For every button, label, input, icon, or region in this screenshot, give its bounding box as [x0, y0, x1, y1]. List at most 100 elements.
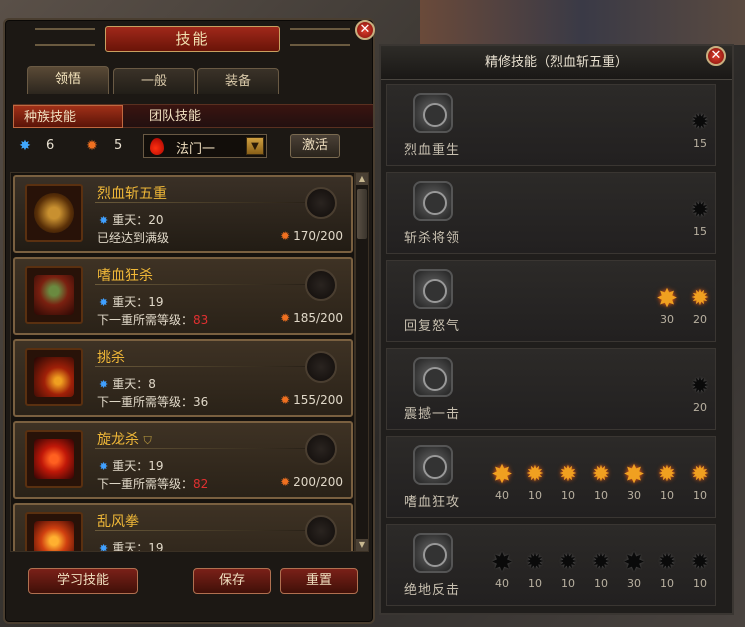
- refine-node[interactable]: ✹ 20: [687, 375, 713, 415]
- flame-icon: ✹: [280, 393, 291, 407]
- subtab-team-skills[interactable]: 团队技能: [139, 105, 239, 128]
- refine-row: 斩杀将领 ✹ 15: [386, 172, 716, 254]
- refine-node[interactable]: ✹ 15: [687, 199, 713, 239]
- activate-button[interactable]: 激活: [290, 134, 340, 158]
- refine-title: 精修技能（烈血斩五重）: [381, 46, 732, 80]
- tab-comprehend[interactable]: 领悟: [27, 66, 109, 94]
- skill-row[interactable]: 烈血斩五重 ✸ 重天：20 已经达到满级 ✹ 170/200: [13, 175, 353, 253]
- skill-level-text: 重天：19: [112, 459, 164, 473]
- skill-row[interactable]: 挑杀 ✸ 重天：8 下一重所需等级：36 ✹ 155/200: [13, 339, 353, 417]
- refine-node[interactable]: ✸ 30: [621, 548, 647, 590]
- skill-points: ✹ 155/200: [280, 393, 343, 407]
- skill-row[interactable]: 乱风拳 ✸ 重天：19: [13, 503, 353, 552]
- refine-skill-icon[interactable]: [413, 533, 453, 573]
- node-star-icon: ✸: [491, 548, 513, 578]
- skill-level: ✸ 重天：20: [99, 211, 164, 228]
- class-select[interactable]: 法门一 ▼: [143, 134, 267, 158]
- star-icon: ✸: [99, 542, 109, 552]
- refine-node[interactable]: ✹ 10: [588, 551, 614, 591]
- node-cost: 10: [594, 489, 608, 502]
- skill-knob[interactable]: [305, 351, 337, 383]
- star-point-value: 6: [46, 138, 55, 153]
- refine-skill-name: 绝地反击: [404, 583, 461, 598]
- blood-drop-icon: [150, 138, 164, 155]
- refine-row: 震撼一击 ✹ 20: [386, 348, 716, 430]
- panel-title: 技能: [105, 26, 280, 52]
- node-star-icon: ✸: [623, 548, 645, 578]
- flame-icon: ✹: [280, 311, 291, 325]
- skill-knob[interactable]: [305, 515, 337, 547]
- node-cost: 10: [594, 577, 608, 590]
- node-star-icon: ✹: [525, 462, 545, 487]
- skill-row[interactable]: 嗜血狂杀 ✸ 重天：19 下一重所需等级：83 ✹ 185/200: [13, 257, 353, 335]
- scroll-down-icon[interactable]: ▼: [356, 539, 368, 551]
- skill-level-text: 重天：19: [112, 295, 164, 309]
- refine-node[interactable]: ✹ 10: [687, 551, 713, 591]
- skill-requirement: 下一重所需等级：82: [97, 475, 208, 492]
- node-cost: 40: [495, 577, 509, 590]
- refine-skill-icon[interactable]: [413, 181, 453, 221]
- refine-node[interactable]: ✸ 30: [621, 462, 647, 502]
- chevron-down-icon[interactable]: ▼: [246, 137, 264, 155]
- scrollbar[interactable]: ▲ ▼: [355, 172, 369, 552]
- refine-node[interactable]: ✹ 10: [522, 550, 548, 591]
- skill-level: ✸ 重天：19: [99, 539, 164, 552]
- refine-row: 烈血重生 ✹ 15: [386, 84, 716, 166]
- req-text: 下一重所需等级：36: [97, 395, 209, 409]
- refine-node[interactable]: ✹ 10: [522, 462, 548, 503]
- skill-knob[interactable]: [305, 269, 337, 301]
- save-button[interactable]: 保存: [193, 568, 271, 594]
- skill-knob[interactable]: [305, 433, 337, 465]
- star-icon: ✸: [99, 296, 109, 309]
- refine-node[interactable]: ✹ 10: [555, 551, 581, 591]
- node-star-icon: ✹: [591, 462, 611, 487]
- refine-skill-name: 回复怒气: [404, 319, 461, 334]
- refine-skill-name: 斩杀将领: [404, 231, 461, 246]
- skill-level: ✸ 重天：8: [99, 375, 156, 392]
- tab-equip[interactable]: 装备: [197, 68, 279, 94]
- node-star-icon: ✹: [525, 550, 545, 575]
- refine-node[interactable]: ✹ 10: [555, 463, 581, 503]
- refine-node[interactable]: ✸ 30: [654, 286, 680, 326]
- star-icon: ✸: [99, 378, 109, 391]
- refine-node[interactable]: ✸ 40: [489, 462, 515, 502]
- skill-row[interactable]: 旋龙杀 ⛉ ✸ 重天：19 下一重所需等级：82 ✹ 200/200: [13, 421, 353, 499]
- close-icon[interactable]: ✕: [355, 20, 375, 40]
- refine-row: 回复怒气 ✸ 30 ✹ 20: [386, 260, 716, 342]
- divider: [95, 448, 305, 449]
- close-icon[interactable]: ✕: [706, 46, 726, 66]
- req-text: 下一重所需等级：: [97, 313, 194, 327]
- skill-name: 烈血斩五重: [97, 186, 167, 202]
- subtab-bar: 种族技能 团队技能: [13, 104, 373, 128]
- refine-skill-icon[interactable]: [413, 445, 453, 485]
- refine-node[interactable]: ✹ 15: [687, 111, 713, 151]
- refine-node[interactable]: ✹ 20: [687, 287, 713, 327]
- scroll-up-icon[interactable]: ▲: [356, 173, 368, 185]
- refine-panel: 精修技能（烈血斩五重） 烈血重生 ✹ 15 斩杀将领 ✹ 15 回复怒气 ✸ 30 ✹ 20 震撼一击…: [379, 44, 734, 615]
- scroll-thumb[interactable]: [357, 189, 367, 239]
- refine-node[interactable]: ✹ 10: [687, 463, 713, 503]
- reset-button[interactable]: 重置: [280, 568, 358, 594]
- skill-icon: [25, 348, 83, 406]
- refine-node[interactable]: ✸ 40: [489, 548, 515, 590]
- flame-point-value: 5: [114, 138, 123, 153]
- skill-level-text: 重天：20: [112, 213, 164, 227]
- refine-node[interactable]: ✹ 10: [654, 463, 680, 503]
- skill-name: 旋龙杀 ⛉: [97, 429, 152, 449]
- skill-level: ✸ 重天：19: [99, 457, 164, 474]
- refine-skill-icon[interactable]: [413, 269, 453, 309]
- skill-level: ✸ 重天：19: [99, 293, 164, 310]
- node-cost: 10: [660, 577, 674, 590]
- refine-skill-icon[interactable]: [413, 93, 453, 133]
- refine-skill-icon[interactable]: [413, 357, 453, 397]
- tab-general[interactable]: 一般: [113, 68, 195, 94]
- points-text: 155/200: [293, 393, 343, 407]
- subtab-race-skills[interactable]: 种族技能: [13, 105, 123, 128]
- skill-knob[interactable]: [305, 187, 337, 219]
- refine-node[interactable]: ✹ 10: [654, 551, 680, 591]
- refine-skill-name: 烈血重生: [404, 143, 461, 158]
- skill-requirement: 下一重所需等级：83: [97, 311, 208, 328]
- node-cost: 15: [693, 137, 707, 150]
- refine-node[interactable]: ✹ 10: [588, 462, 614, 503]
- learn-skill-button[interactable]: 学习技能: [28, 568, 138, 594]
